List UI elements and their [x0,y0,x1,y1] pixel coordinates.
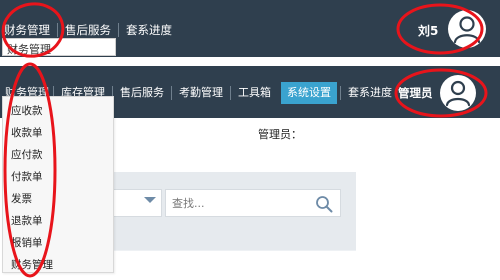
menu-item-reimbursements[interactable]: 报销单 [11,235,43,250]
user-avatar-icon[interactable] [448,10,486,48]
caret-down-icon[interactable] [144,197,156,203]
nav-item-system-settings[interactable]: 系统设置 [281,82,337,104]
nav-item-after-sales[interactable]: 售后服务 [113,84,171,102]
menu-item-receivables[interactable]: 应收款 [11,103,43,118]
user-name[interactable]: 管理员 [398,85,433,101]
search-icon[interactable] [315,195,333,213]
main-nav-1: 财务管理 售后服务 套系进度 [0,22,179,38]
menu-item-payables[interactable]: 应付款 [11,147,43,162]
panel-divider [114,250,356,251]
nav-item-toolbox[interactable]: 工具箱 [231,84,278,102]
finance-dropdown-menu: 应收款 收款单 应付款 付款单 发票 退款单 报销单 财务管理 [2,96,114,273]
nav-item-after-sales[interactable]: 售后服务 [58,22,118,38]
nav-item-attendance[interactable]: 考勤管理 [172,84,230,102]
nav-item-finance[interactable]: 财务管理 [0,22,57,38]
menu-item-payments[interactable]: 付款单 [11,169,43,184]
user-name[interactable]: 刘5 [418,22,438,39]
menu-item-receipts[interactable]: 收款单 [11,125,43,140]
finance-dropdown-1: 财务管理 [2,38,116,56]
menu-item-invoice[interactable]: 发票 [11,191,32,206]
search-input[interactable] [172,195,312,211]
category-select[interactable] [114,189,162,217]
nav-item-package-progress[interactable]: 套系进度 [119,22,179,38]
dropdown-item-finance[interactable]: 财务管理 [7,41,51,57]
manager-label: 管理员： [258,128,302,141]
menu-item-finance-management[interactable]: 财务管理 [11,257,53,272]
nav-item-package-progress[interactable]: 套系进度 [341,84,399,102]
user-avatar-icon[interactable] [440,75,476,111]
menu-item-refunds[interactable]: 退款单 [11,213,43,228]
